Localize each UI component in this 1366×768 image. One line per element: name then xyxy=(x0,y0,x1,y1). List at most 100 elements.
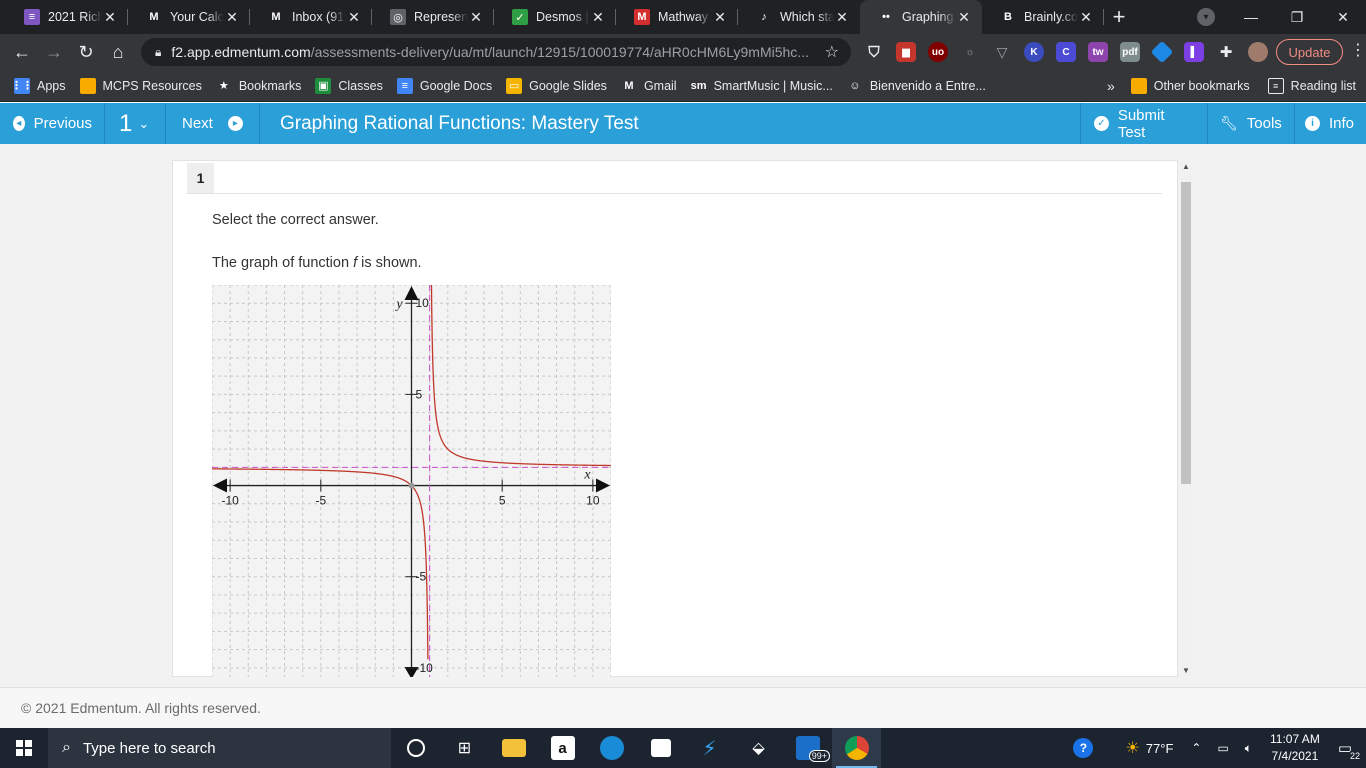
browser-tab[interactable]: •• Graphing R✕ xyxy=(860,0,982,34)
notifications-icon[interactable]: ▭ 22 xyxy=(1338,739,1360,761)
dropbox-icon[interactable]: ⬙ xyxy=(734,728,783,768)
bookmark-item[interactable]: M Gmail xyxy=(620,77,677,94)
reload-icon[interactable]: ↻ xyxy=(70,36,102,68)
briefcase-extension-icon[interactable]: ▆ xyxy=(896,42,916,62)
windows-taskbar: ⌕ Type here to search ⊞ a ⚡︎ ⬙ 99+ ? ☀︎ … xyxy=(0,728,1366,768)
submit-test-button[interactable]: ✓ Submit Test xyxy=(1080,103,1207,144)
content-scrollbar[interactable]: ▲ ▼ xyxy=(1179,160,1193,677)
scroll-down-icon[interactable]: ▼ xyxy=(1179,666,1193,675)
task-view-icon[interactable]: ⊞ xyxy=(440,728,489,768)
browser-tab[interactable]: ✓ Desmos | G✕ xyxy=(494,0,616,34)
start-button[interactable] xyxy=(0,728,48,768)
address-bar[interactable]: 🔒︎ f2.app.edmentum.com/assessments-deliv… xyxy=(141,38,851,66)
browser-tab[interactable]: M Mathway | ✕ xyxy=(616,0,738,34)
scrollbar-thumb[interactable] xyxy=(1181,182,1191,484)
bookmark-label: Google Docs xyxy=(419,78,493,93)
bug-extension-icon[interactable]: ☼ xyxy=(960,42,980,62)
bookmarks-bar: ⋮⋮ Apps MCPS Resources ★ Bookmarks ▣ Classes ≡ G… xyxy=(0,70,1366,102)
previous-button[interactable]: ◂ Previous xyxy=(0,103,105,144)
bookmark-item[interactable]: sm SmartMusic | Music... xyxy=(690,77,833,94)
ublock-extension-icon[interactable]: uo xyxy=(928,42,948,62)
c-extension-icon[interactable]: C xyxy=(1056,42,1076,62)
gmail-icon: M xyxy=(146,9,162,25)
update-button[interactable]: Update xyxy=(1276,39,1343,65)
bookmark-item[interactable]: ★ Bookmarks xyxy=(215,77,301,94)
diamond-extension-icon[interactable] xyxy=(1150,40,1174,64)
kami-extension-icon[interactable]: K xyxy=(1024,42,1044,62)
store-icon[interactable] xyxy=(636,728,685,768)
question-selector[interactable]: 1 ⌄ xyxy=(105,103,166,144)
profile-avatar[interactable] xyxy=(1248,42,1268,62)
bookmark-item[interactable]: ▭ Google Slides xyxy=(506,77,607,94)
close-window-icon[interactable]: ✕ xyxy=(1320,9,1366,26)
pdf-extension-icon[interactable]: pdf xyxy=(1120,42,1140,62)
new-tab-icon[interactable]: + xyxy=(1104,0,1134,34)
close-tab-icon[interactable]: ✕ xyxy=(1078,9,1094,26)
chevron-up-icon[interactable]: ⌃ xyxy=(1191,741,1201,755)
bookmark-item[interactable]: ⋮⋮ Apps xyxy=(11,77,66,94)
close-tab-icon[interactable]: ✕ xyxy=(834,9,850,26)
tools-button[interactable]: 🔧︎ Tools xyxy=(1207,103,1294,144)
next-button[interactable]: Next ▸ xyxy=(166,103,260,144)
next-arrow-icon: ▸ xyxy=(227,116,243,131)
close-tab-icon[interactable]: ✕ xyxy=(712,9,728,26)
minimize-icon[interactable]: — xyxy=(1228,9,1274,25)
puzzle-extensions-icon[interactable]: ✚ xyxy=(1216,42,1236,62)
bookmark-item[interactable]: ☺ Bienvenido a Entre... xyxy=(846,77,986,94)
x-tick-label: -10 xyxy=(221,494,239,508)
file-explorer-icon[interactable] xyxy=(489,728,538,768)
shield-extension-icon[interactable]: ⛉ xyxy=(864,42,884,62)
battery-icon[interactable]: ▭ xyxy=(1217,741,1228,755)
chrome-icon[interactable] xyxy=(832,728,881,768)
browser-tab[interactable]: ≡ 2021 Richa✕ xyxy=(6,0,128,34)
info-button[interactable]: i Info xyxy=(1294,103,1366,144)
scroll-up-icon[interactable]: ▲ xyxy=(1179,162,1193,171)
close-tab-icon[interactable]: ✕ xyxy=(956,9,972,26)
desmos-icon: ✓ xyxy=(512,9,528,25)
mail-badge: 99+ xyxy=(808,750,830,762)
menu-kebab-icon[interactable]: ⋮ xyxy=(1350,40,1366,60)
flag-extension-icon[interactable]: ▌ xyxy=(1184,42,1204,62)
close-tab-icon[interactable]: ✕ xyxy=(102,9,118,26)
restore-icon[interactable]: ❐ xyxy=(1274,9,1320,26)
browser-tab[interactable]: ◎ Representi✕ xyxy=(372,0,494,34)
home-icon[interactable]: ⌂ xyxy=(102,36,134,68)
bookmark-item[interactable]: ≡ Google Docs xyxy=(396,77,493,94)
more-bookmarks-chevron-icon[interactable]: » xyxy=(1107,78,1115,94)
tab-search-icon[interactable]: ▾ xyxy=(1197,8,1215,26)
close-tab-icon[interactable]: ✕ xyxy=(224,9,240,26)
vscode-icon[interactable]: ⚡︎ xyxy=(685,728,734,768)
volume-icon[interactable]: 🔈︎ xyxy=(1245,741,1252,756)
mail-icon[interactable]: 99+ xyxy=(783,728,832,768)
bookmark-item[interactable]: MCPS Resources xyxy=(79,77,202,94)
tw-extension-icon[interactable]: tw xyxy=(1088,42,1108,62)
cortana-icon[interactable] xyxy=(391,728,440,768)
other-bookmarks-folder[interactable]: Other bookmarks xyxy=(1130,78,1250,94)
browser-tab[interactable]: M Inbox (919 ✕ xyxy=(250,0,372,34)
reading-list[interactable]: ≡ Reading list xyxy=(1267,78,1356,94)
forward-arrow-icon[interactable]: → xyxy=(38,36,70,68)
browser-tab[interactable]: ♪ Which stat ✕ xyxy=(738,0,860,34)
mathway-icon: M xyxy=(634,9,650,25)
back-arrow-icon[interactable]: ← xyxy=(6,36,38,68)
close-tab-icon[interactable]: ✕ xyxy=(590,9,606,26)
close-tab-icon[interactable]: ✕ xyxy=(346,9,362,26)
tab-title: Representi xyxy=(414,10,468,24)
help-icon[interactable]: ? xyxy=(1073,738,1094,758)
vpn-extension-icon[interactable]: ▽ xyxy=(992,42,1012,62)
tab-title: Graphing R xyxy=(902,10,956,24)
weather-temp[interactable]: 77°F xyxy=(1146,741,1174,756)
system-clock[interactable]: 11:07 AM 7/4/2021 xyxy=(1270,731,1320,765)
browser-tab[interactable]: M Your Calcu✕ xyxy=(128,0,250,34)
divider xyxy=(187,193,1162,194)
edge-icon[interactable] xyxy=(587,728,636,768)
amazon-icon[interactable]: a xyxy=(538,728,587,768)
browser-tab-strip: ≡2021 Richa✕MYour Calcu✕MInbox (919✕◎Rep… xyxy=(0,0,1366,34)
weather-icon[interactable]: ☀︎ xyxy=(1125,738,1139,758)
taskbar-search-box[interactable]: ⌕ Type here to search xyxy=(48,728,391,768)
bookmark-item[interactable]: ▣ Classes xyxy=(315,77,383,94)
bookmark-star-icon[interactable]: ☆ xyxy=(825,42,839,62)
close-tab-icon[interactable]: ✕ xyxy=(468,9,484,26)
check-circle-icon: ✓ xyxy=(1094,116,1109,131)
browser-tab[interactable]: B Brainly.com✕ xyxy=(982,0,1104,34)
